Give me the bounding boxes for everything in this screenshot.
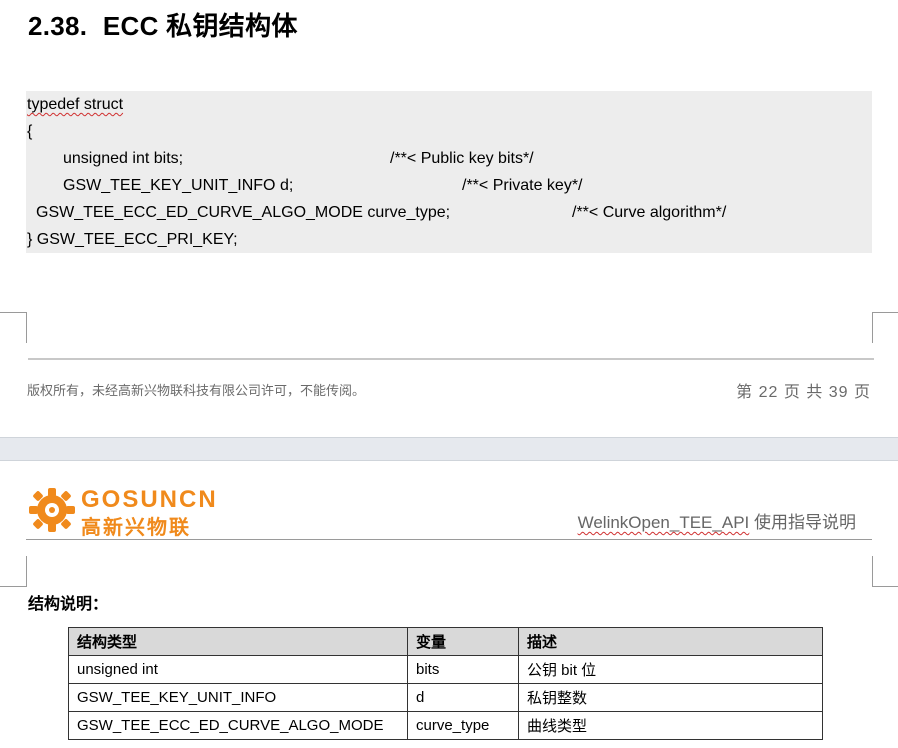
company-logo: GOSUNCN 高新兴物联 [26, 485, 226, 539]
cell-variable: bits [407, 655, 519, 684]
document-page-23: GOSUNCN 高新兴物联 WelinkOpen_TEE_API 使用指导说明 … [0, 461, 898, 748]
cell-description: 公钥 bit 位 [518, 655, 823, 684]
structure-description-label: 结构说明： [28, 594, 109, 613]
cell-type: GSW_TEE_KEY_UNIT_INFO [68, 683, 408, 712]
logo-wordmark-cn: 高新兴物联 [81, 517, 191, 539]
document-title-brand: WelinkOpen_TEE_API [577, 513, 750, 532]
cell-variable: d [407, 683, 519, 712]
document-title-rest: 使用指导说明 [749, 513, 856, 532]
gear-logo-icon [29, 488, 75, 532]
cell-description: 私钥整数 [518, 683, 823, 712]
structure-table: 结构类型 变量 描述 unsigned int bits 公钥 bit 位 GS… [68, 627, 823, 740]
page-gap [0, 437, 898, 461]
cell-type: unsigned int [68, 655, 408, 684]
cell-type: GSW_TEE_ECC_ED_CURVE_ALGO_MODE [68, 711, 408, 740]
code-comment-d: /**< Private key*/ [462, 177, 583, 194]
footer-rule [28, 358, 874, 360]
margin-corner-mark [0, 556, 27, 587]
code-comment-bits: /**< Public key bits*/ [390, 150, 534, 167]
header-variable: 变量 [407, 627, 519, 656]
code-field-curve-type: GSW_TEE_ECC_ED_CURVE_ALGO_MODE curve_typ… [36, 204, 451, 221]
code-block: typedef struct { unsigned int bits; /**<… [26, 91, 872, 253]
footer-copyright: 版权所有，未经高新兴物联科技有限公司许可，不能传阅。 [27, 383, 366, 398]
table-row: unsigned int bits 公钥 bit 位 [68, 655, 823, 684]
table-row: GSW_TEE_KEY_UNIT_INFO d 私钥整数 [68, 683, 823, 712]
document-title: WelinkOpen_TEE_API 使用指导说明 [578, 508, 856, 533]
header-description: 描述 [518, 627, 823, 656]
logo-wordmark-en: GOSUNCN [81, 486, 218, 513]
code-comment-curve-type: /**< Curve algorithm*/ [572, 204, 727, 221]
margin-corner-mark [872, 556, 898, 587]
margin-corner-mark [0, 312, 27, 343]
footer-page-number: 第 22 页 共 39 页 [736, 384, 871, 401]
code-open-brace: { [27, 123, 33, 140]
section-heading: 2.38. ECC 私钥结构体 [28, 6, 298, 43]
code-close-line: } GSW_TEE_ECC_PRI_KEY; [27, 231, 238, 248]
table-header-row: 结构类型 变量 描述 [68, 627, 823, 656]
margin-corner-mark [872, 312, 898, 343]
cell-variable: curve_type [407, 711, 519, 740]
section-title: ECC 私钥结构体 [102, 11, 298, 41]
code-field-bits: unsigned int bits; [63, 150, 184, 167]
document-page-22: 2.38. ECC 私钥结构体 typedef struct { unsigne… [0, 0, 898, 437]
cell-description: 曲线类型 [518, 711, 823, 740]
code-field-d: GSW_TEE_KEY_UNIT_INFO d; [63, 177, 294, 194]
header-type: 结构类型 [68, 627, 408, 656]
section-number: 2.38. [28, 11, 88, 41]
header-rule [26, 539, 872, 540]
code-typedef: typedef struct [27, 96, 124, 113]
table-row: GSW_TEE_ECC_ED_CURVE_ALGO_MODE curve_typ… [68, 711, 823, 740]
